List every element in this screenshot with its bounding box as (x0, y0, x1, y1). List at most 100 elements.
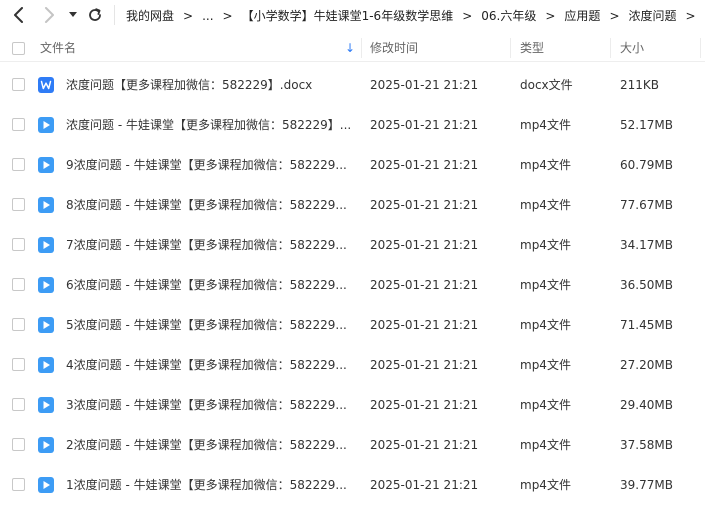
file-name: 3浓度问题 - 牛娃课堂【更多课程加微信：582229... (66, 398, 347, 412)
breadcrumb-separator: > (462, 8, 473, 23)
file-modified-date: 2025-01-21 21:21 (370, 278, 479, 292)
column-divider[interactable] (610, 38, 611, 58)
breadcrumb-item-course[interactable]: 【小学数学】牛娃课堂1-6年级数学思维 (242, 7, 454, 24)
file-list-header: 文件名 ↓ 修改时间 类型 大小 (0, 34, 705, 62)
row-checkbox[interactable] (12, 438, 25, 451)
file-modified-date: 2025-01-21 21:21 (370, 78, 479, 92)
video-play-icon (38, 277, 54, 293)
file-name: 2浓度问题 - 牛娃课堂【更多课程加微信：582229... (66, 438, 347, 452)
breadcrumb-separator: > (183, 8, 194, 23)
video-play-icon (38, 357, 54, 373)
breadcrumb-item-ellipsis[interactable]: ... (202, 9, 213, 23)
file-type: mp4文件 (520, 478, 571, 492)
navigation-toolbar: 我的网盘 > ... > 【小学数学】牛娃课堂1-6年级数学思维 > 06.六年… (0, 0, 705, 30)
file-size: 34.17MB (620, 238, 673, 252)
row-checkbox[interactable] (12, 118, 25, 131)
file-name: 9浓度问题 - 牛娃课堂【更多课程加微信：582229... (66, 158, 347, 172)
row-checkbox[interactable] (12, 398, 25, 411)
file-modified-date: 2025-01-21 21:21 (370, 478, 479, 492)
file-name: 1浓度问题 - 牛娃课堂【更多课程加微信：582229... (66, 478, 347, 492)
row-checkbox[interactable] (12, 358, 25, 371)
file-modified-date: 2025-01-21 21:21 (370, 198, 479, 212)
file-row[interactable]: 6浓度问题 - 牛娃课堂【更多课程加微信：582229... 2025-01-2… (0, 265, 705, 305)
breadcrumb-item-current[interactable]: 浓度问题 (629, 7, 677, 24)
file-name: 浓度问题 - 牛娃课堂【更多课程加微信：582229】.... (66, 118, 352, 132)
video-play-icon (38, 437, 54, 453)
sort-arrow-icon[interactable]: ↓ (345, 34, 355, 62)
row-checkbox[interactable] (12, 478, 25, 491)
file-modified-date: 2025-01-21 21:21 (370, 118, 479, 132)
toolbar-divider (114, 5, 115, 25)
file-size: 37.58MB (620, 438, 673, 452)
file-size: 39.77MB (620, 478, 673, 492)
file-type: mp4文件 (520, 318, 571, 332)
file-type: mp4文件 (520, 438, 571, 452)
column-header-name[interactable]: 文件名 (40, 34, 76, 62)
column-divider[interactable] (700, 38, 701, 58)
file-modified-date: 2025-01-21 21:21 (370, 318, 479, 332)
file-row[interactable]: 浓度问题【更多课程加微信：582229】.docx 2025-01-21 21:… (0, 65, 705, 105)
breadcrumb-item-category[interactable]: 应用题 (564, 7, 600, 24)
video-play-icon (38, 157, 54, 173)
breadcrumb-separator: > (222, 8, 233, 23)
file-type: mp4文件 (520, 238, 571, 252)
file-name: 8浓度问题 - 牛娃课堂【更多课程加微信：582229... (66, 198, 347, 212)
column-divider[interactable] (361, 38, 362, 58)
file-row[interactable]: 7浓度问题 - 牛娃课堂【更多课程加微信：582229... 2025-01-2… (0, 225, 705, 265)
file-row[interactable]: 5浓度问题 - 牛娃课堂【更多课程加微信：582229... 2025-01-2… (0, 305, 705, 345)
file-type: mp4文件 (520, 198, 571, 212)
row-checkbox[interactable] (12, 238, 25, 251)
file-row[interactable]: 1浓度问题 - 牛娃课堂【更多课程加微信：582229... 2025-01-2… (0, 465, 705, 505)
video-play-icon (38, 237, 54, 253)
file-modified-date: 2025-01-21 21:21 (370, 158, 479, 172)
chevron-left-icon[interactable] (10, 6, 28, 24)
file-name: 4浓度问题 - 牛娃课堂【更多课程加微信：582229... (66, 358, 347, 372)
column-header-size[interactable]: 大小 (620, 34, 644, 62)
caret-down-icon[interactable] (66, 6, 80, 24)
file-row[interactable]: 2浓度问题 - 牛娃课堂【更多课程加微信：582229... 2025-01-2… (0, 425, 705, 465)
file-name: 5浓度问题 - 牛娃课堂【更多课程加微信：582229... (66, 318, 347, 332)
column-divider[interactable] (510, 38, 511, 58)
video-play-icon (38, 397, 54, 413)
word-doc-icon (38, 77, 54, 93)
file-type: mp4文件 (520, 358, 571, 372)
video-play-icon (38, 197, 54, 213)
file-size: 71.45MB (620, 318, 673, 332)
row-checkbox[interactable] (12, 278, 25, 291)
breadcrumb-item-my-drive[interactable]: 我的网盘 (126, 7, 174, 24)
refresh-icon[interactable] (86, 6, 104, 24)
row-checkbox[interactable] (12, 78, 25, 91)
row-checkbox[interactable] (12, 158, 25, 171)
file-size: 211KB (620, 78, 660, 92)
file-type: mp4文件 (520, 158, 571, 172)
file-modified-date: 2025-01-21 21:21 (370, 358, 479, 372)
file-type: docx文件 (520, 78, 573, 92)
select-all-checkbox[interactable] (12, 42, 25, 55)
file-size: 29.40MB (620, 398, 673, 412)
file-size: 27.20MB (620, 358, 673, 372)
file-row[interactable]: 9浓度问题 - 牛娃课堂【更多课程加微信：582229... 2025-01-2… (0, 145, 705, 185)
video-play-icon (38, 477, 54, 493)
file-size: 36.50MB (620, 278, 673, 292)
column-header-date[interactable]: 修改时间 (370, 34, 418, 62)
breadcrumb-item-grade[interactable]: 06.六年级 (481, 7, 536, 24)
file-row[interactable]: 4浓度问题 - 牛娃课堂【更多课程加微信：582229... 2025-01-2… (0, 345, 705, 385)
file-modified-date: 2025-01-21 21:21 (370, 398, 479, 412)
video-play-icon (38, 317, 54, 333)
chevron-right-icon[interactable] (40, 6, 58, 24)
breadcrumb: 我的网盘 > ... > 【小学数学】牛娃课堂1-6年级数学思维 > 06.六年… (126, 7, 705, 24)
file-name: 6浓度问题 - 牛娃课堂【更多课程加微信：582229... (66, 278, 347, 292)
file-row[interactable]: 浓度问题 - 牛娃课堂【更多课程加微信：582229】.... 2025-01-… (0, 105, 705, 145)
file-row[interactable]: 8浓度问题 - 牛娃课堂【更多课程加微信：582229... 2025-01-2… (0, 185, 705, 225)
file-type: mp4文件 (520, 118, 571, 132)
row-checkbox[interactable] (12, 198, 25, 211)
file-modified-date: 2025-01-21 21:21 (370, 238, 479, 252)
file-type: mp4文件 (520, 278, 571, 292)
file-modified-date: 2025-01-21 21:21 (370, 438, 479, 452)
column-header-type[interactable]: 类型 (520, 34, 544, 62)
breadcrumb-separator: > (685, 8, 696, 23)
file-name: 浓度问题【更多课程加微信：582229】.docx (66, 78, 313, 92)
file-row[interactable]: 3浓度问题 - 牛娃课堂【更多课程加微信：582229... 2025-01-2… (0, 385, 705, 425)
row-checkbox[interactable] (12, 318, 25, 331)
file-size: 52.17MB (620, 118, 673, 132)
